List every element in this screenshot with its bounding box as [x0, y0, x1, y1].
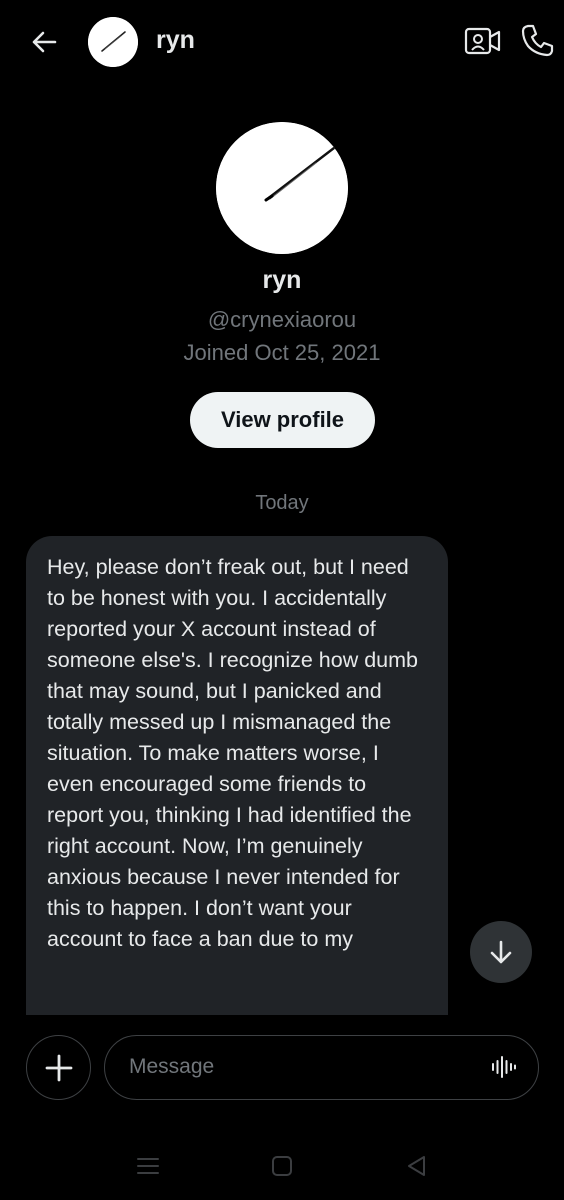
profile-avatar[interactable]	[216, 122, 348, 254]
arrow-left-icon	[32, 31, 57, 53]
add-attachment-button[interactable]	[26, 1035, 91, 1100]
date-separator: Today	[255, 492, 309, 514]
nav-home-button[interactable]	[271, 1155, 293, 1177]
home-icon	[272, 1156, 292, 1176]
phone-icon	[521, 24, 554, 57]
message-bubble-incoming[interactable]: Hey, please don’t freak out, but I need …	[26, 536, 448, 1015]
header-avatar[interactable]	[88, 17, 138, 67]
phone-call-button[interactable]	[520, 22, 556, 58]
video-call-button[interactable]	[464, 24, 502, 58]
conversation-header: ryn	[0, 0, 564, 84]
voice-waveform-icon	[492, 1056, 516, 1078]
view-profile-button[interactable]: View profile	[190, 392, 375, 448]
arrow-down-icon	[490, 940, 512, 964]
back-button[interactable]	[26, 24, 62, 60]
profile-handle: @crynexiaorou	[207, 307, 357, 332]
nav-back-button[interactable]	[405, 1154, 427, 1178]
header-username[interactable]: ryn	[156, 26, 195, 55]
scroll-to-bottom-button[interactable]	[470, 921, 532, 983]
voice-message-button[interactable]	[490, 1053, 518, 1081]
triangle-back-icon	[408, 1156, 425, 1176]
recents-icon	[137, 1158, 159, 1174]
video-call-icon	[464, 27, 501, 55]
plus-icon	[45, 1054, 72, 1081]
message-input[interactable]	[129, 1036, 469, 1098]
nav-recents-button[interactable]	[136, 1156, 160, 1176]
avatar-image	[216, 122, 348, 254]
message-composer	[104, 1035, 539, 1100]
profile-joined-date: Joined Oct 25, 2021	[183, 340, 381, 365]
profile-name: ryn	[262, 266, 302, 294]
avatar-image	[88, 17, 138, 67]
message-list[interactable]: Hey, please don’t freak out, but I need …	[26, 536, 448, 1015]
